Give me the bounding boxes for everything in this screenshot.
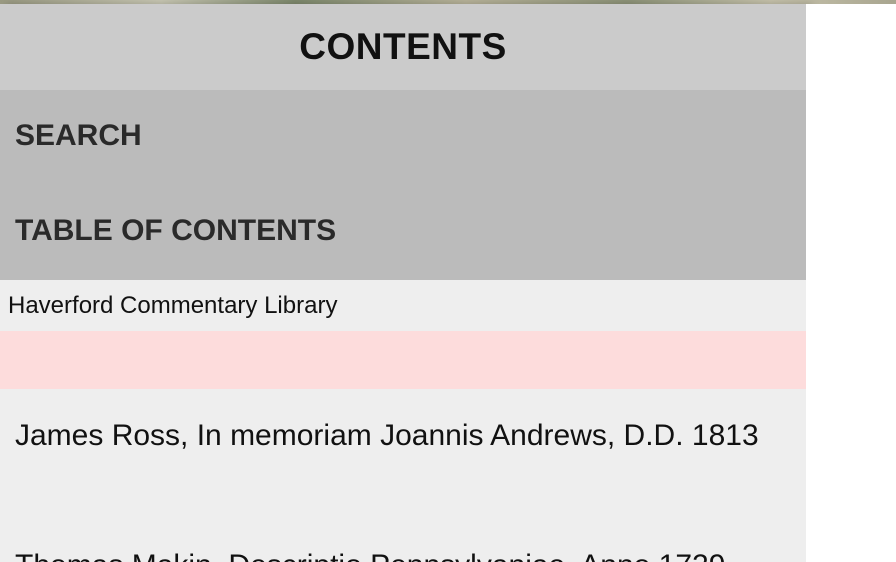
contents-panel: CONTENTS SEARCH TABLE OF CONTENTS Haverf… bbox=[0, 4, 806, 562]
toc-item[interactable]: Thomas Makin, Descriptio Pennsylvaniae, … bbox=[15, 548, 775, 562]
search-menu-item[interactable]: SEARCH bbox=[15, 119, 142, 153]
page-background bbox=[806, 4, 896, 562]
panel-header: CONTENTS bbox=[0, 4, 806, 90]
panel-menu: SEARCH TABLE OF CONTENTS bbox=[0, 90, 806, 280]
library-name: Haverford Commentary Library bbox=[8, 291, 338, 319]
highlighted-row bbox=[0, 331, 806, 389]
toc-item[interactable]: James Ross, In memoriam Joannis Andrews,… bbox=[15, 418, 775, 454]
table-of-contents-menu-item[interactable]: TABLE OF CONTENTS bbox=[15, 214, 336, 248]
panel-title: CONTENTS bbox=[299, 26, 507, 67]
